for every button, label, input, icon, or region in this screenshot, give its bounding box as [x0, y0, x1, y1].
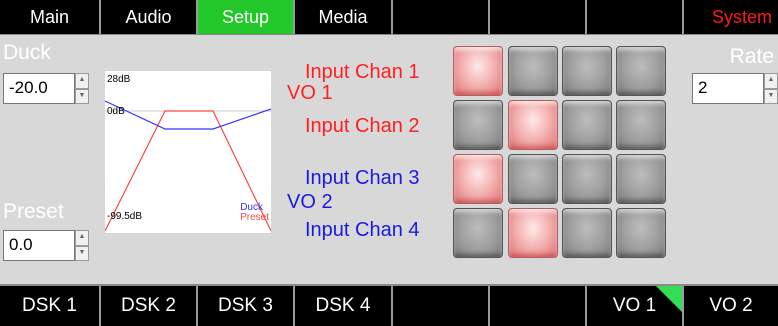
matrix-button-r4-c4[interactable] [616, 208, 666, 258]
tab-media[interactable]: Media [295, 0, 393, 34]
tab-vo-1[interactable]: VO 1 [587, 286, 684, 326]
tab-label: VO 2 [709, 295, 753, 316]
matrix-button-r1-c4[interactable] [616, 46, 666, 96]
tab-main[interactable]: Main [0, 0, 101, 34]
setup-panel: Duck -20.0 ▲ ▼ Preset 0.0 ▲ ▼ Rate 2 ▲ ▼… [0, 34, 778, 286]
tab-empty-b5[interactable] [393, 286, 490, 326]
tab-audio[interactable]: Audio [101, 0, 198, 34]
tab-empty-7[interactable] [587, 0, 684, 34]
tab-label: Setup [221, 6, 270, 27]
rate-label: Rate [729, 45, 774, 68]
matrix-button-r3-c4[interactable] [616, 154, 666, 204]
tab-empty-b6[interactable] [490, 286, 587, 326]
duck-curve [104, 100, 272, 130]
tab-label: System [711, 6, 772, 27]
preset-down-arrow-icon[interactable]: ▼ [75, 245, 89, 261]
tab-label: DSK 4 [315, 295, 371, 316]
duck-spinner-arrows[interactable]: ▲ ▼ [75, 73, 89, 104]
duck-down-arrow-icon[interactable]: ▼ [75, 88, 89, 104]
tab-empty-5[interactable] [393, 0, 490, 34]
matrix-button-r3-c1[interactable] [453, 154, 503, 204]
input-chan-4-label: Input Chan 4 [305, 219, 420, 241]
rate-spinner-arrows[interactable]: ▲ ▼ [764, 73, 778, 104]
preset-value-field[interactable]: 0.0 [3, 230, 75, 261]
tab-label: Main [29, 6, 69, 27]
vo-2-label: VO 2 [287, 191, 333, 213]
matrix-button-r2-c3[interactable] [562, 100, 612, 150]
rate-down-arrow-icon[interactable]: ▼ [764, 88, 778, 104]
matrix-button-r4-c2[interactable] [508, 208, 558, 258]
matrix-button-r1-c3[interactable] [562, 46, 612, 96]
duck-label: Duck [3, 41, 51, 64]
tab-empty-6[interactable] [490, 0, 587, 34]
tab-dsk-3[interactable]: DSK 3 [198, 286, 295, 326]
duck-value-field[interactable]: -20.0 [3, 73, 75, 104]
envelope-svg: 28dB 0dB -99.5dB Duck Preset [104, 74, 272, 232]
duck-up-arrow-icon[interactable]: ▲ [75, 73, 89, 89]
duck-envelope-graph: 28dB 0dB -99.5dB Duck Preset [104, 71, 272, 233]
matrix-button-r3-c2[interactable] [508, 154, 558, 204]
matrix-button-r2-c1[interactable] [453, 100, 503, 150]
tab-label: Audio [125, 6, 172, 27]
tab-dsk-2[interactable]: DSK 2 [101, 286, 198, 326]
legend-preset: Preset [240, 212, 269, 223]
tab-label: DSK 3 [218, 295, 273, 316]
matrix-button-r1-c1[interactable] [453, 46, 503, 96]
top-tab-bar: Main Audio Setup Media System [0, 0, 778, 34]
preset-spinner-arrows[interactable]: ▲ ▼ [75, 230, 89, 261]
rate-spinner[interactable]: 2 ▲ ▼ [692, 73, 778, 104]
matrix-button-r2-c2[interactable] [508, 100, 558, 150]
tab-label: Media [318, 6, 368, 27]
tab-dsk-4[interactable]: DSK 4 [295, 286, 393, 326]
rate-up-arrow-icon[interactable]: ▲ [764, 73, 778, 89]
tab-label: DSK 1 [22, 295, 77, 316]
vo-1-label: VO 1 [287, 82, 333, 104]
preset-label: Preset [3, 200, 64, 223]
tab-label: DSK 2 [121, 295, 176, 316]
matrix-button-r4-c1[interactable] [453, 208, 503, 258]
graph-bottom-label: -99.5dB [107, 211, 142, 222]
input-chan-1-label: Input Chan 1 [305, 61, 420, 83]
input-chan-2-label: Input Chan 2 [305, 115, 420, 137]
matrix-button-r4-c3[interactable] [562, 208, 612, 258]
tab-dsk-1[interactable]: DSK 1 [0, 286, 101, 326]
tab-vo-2[interactable]: VO 2 [684, 286, 778, 326]
tab-label: VO 1 [612, 295, 657, 316]
tab-setup[interactable]: Setup [198, 0, 295, 34]
preset-up-arrow-icon[interactable]: ▲ [75, 230, 89, 246]
preset-spinner[interactable]: 0.0 ▲ ▼ [3, 230, 89, 261]
tab-system[interactable]: System [684, 0, 778, 34]
matrix-button-r2-c4[interactable] [616, 100, 666, 150]
graph-mid-label: 0dB [107, 106, 125, 117]
bottom-tab-bar: DSK 1 DSK 2 DSK 3 DSK 4 VO 1 VO 2 [0, 286, 778, 326]
active-indicator-icon [656, 286, 682, 312]
rate-value-field[interactable]: 2 [692, 73, 764, 104]
duck-spinner[interactable]: -20.0 ▲ ▼ [3, 73, 89, 104]
graph-top-label: 28dB [107, 74, 131, 85]
input-chan-3-label: Input Chan 3 [305, 167, 420, 189]
matrix-button-r3-c3[interactable] [562, 154, 612, 204]
matrix-button-r1-c2[interactable] [508, 46, 558, 96]
